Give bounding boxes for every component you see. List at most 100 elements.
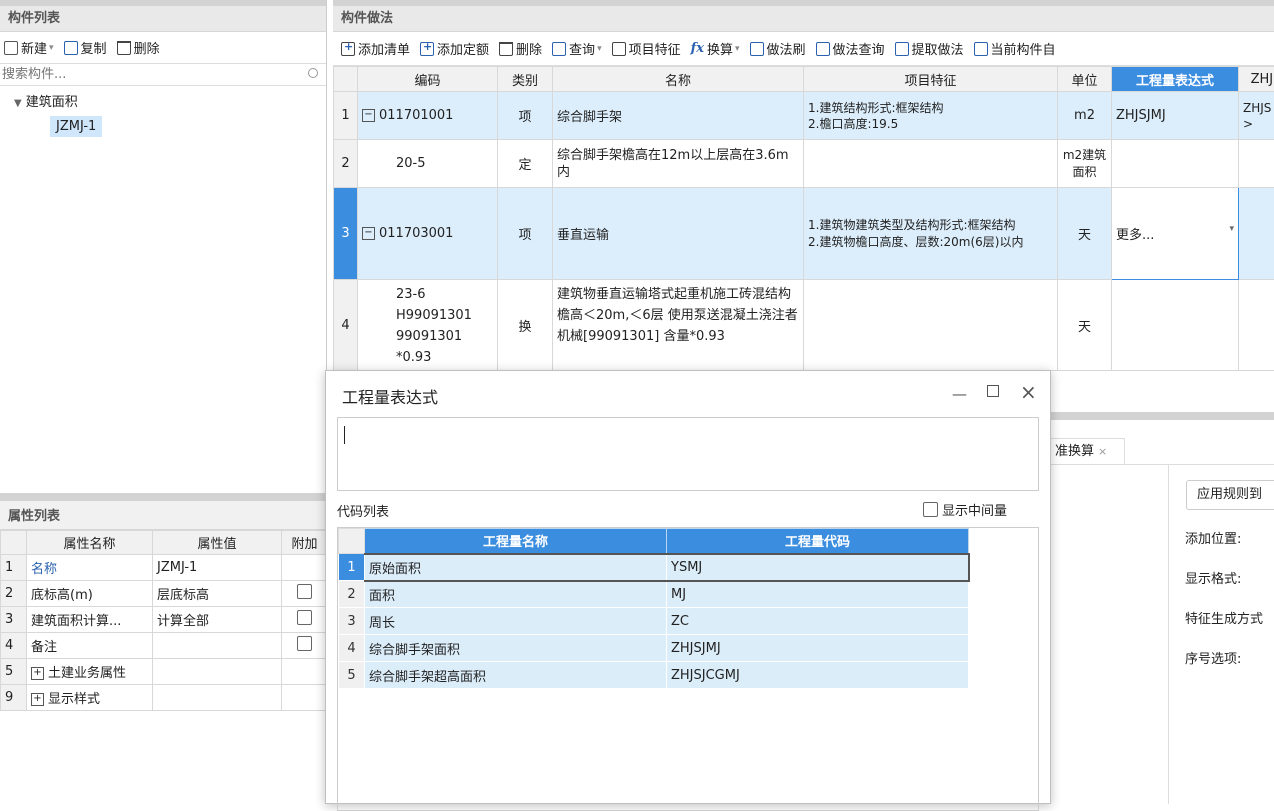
new-button[interactable]: 新建▾ bbox=[4, 38, 54, 57]
collapse-icon[interactable]: − bbox=[362, 227, 375, 240]
feature-cell[interactable] bbox=[804, 140, 1058, 188]
type-cell[interactable]: 项 bbox=[498, 188, 553, 280]
feature-cell[interactable]: 1.建筑物建筑类型及结构形式:框架结构 2.建筑物檐口高度、层数:20m(6层)… bbox=[804, 188, 1058, 280]
method-row[interactable]: 3 −011703001 项 垂直运输 1.建筑物建筑类型及结构形式:框架结构 … bbox=[334, 188, 1274, 280]
method-brush-button[interactable]: 做法刷 bbox=[750, 39, 806, 58]
property-row[interactable]: 2 底标高(m) 层底标高 bbox=[1, 581, 328, 607]
property-value[interactable]: JZMJ-1 bbox=[153, 555, 282, 581]
chevron-down-icon[interactable]: ▾ bbox=[735, 44, 740, 54]
search-box[interactable] bbox=[0, 64, 326, 86]
name-cell[interactable]: 综合脚手架 bbox=[553, 92, 804, 140]
extra-cell[interactable] bbox=[1239, 140, 1274, 188]
copy-button[interactable]: 复制 bbox=[64, 38, 107, 57]
quantity-code[interactable]: ZHJSJMJ bbox=[667, 635, 969, 662]
extra-cell[interactable]: ZHJS > bbox=[1239, 92, 1274, 140]
unit-cell[interactable]: m2建筑面积 bbox=[1058, 140, 1112, 188]
method-row[interactable]: 1 −011701001 项 综合脚手架 1.建筑结构形式:框架结构 2.檐口高… bbox=[334, 92, 1274, 140]
code-cell[interactable]: −011703001 bbox=[358, 188, 498, 280]
search-icon[interactable] bbox=[308, 68, 318, 78]
extra-checkbox[interactable] bbox=[297, 610, 312, 625]
property-row[interactable]: 5 +土建业务属性 bbox=[1, 659, 328, 685]
chevron-down-icon[interactable]: ▾ bbox=[597, 44, 602, 54]
property-row[interactable]: 9 +显示样式 bbox=[1, 685, 328, 711]
code-row[interactable]: 4 综合脚手架面积 ZHJSJMJ bbox=[339, 635, 969, 662]
feature-cell[interactable]: 1.建筑结构形式:框架结构 2.檐口高度:19.5 bbox=[804, 92, 1058, 140]
name-cell[interactable]: 综合脚手架檐高在12m以上层高在3.6m内 bbox=[553, 140, 804, 188]
method-row[interactable]: 2 20-5 定 综合脚手架檐高在12m以上层高在3.6m内 m2建筑面积 bbox=[334, 140, 1274, 188]
delete-button[interactable]: 删除 bbox=[117, 38, 160, 57]
expression-cell[interactable] bbox=[1112, 280, 1239, 371]
quantity-name[interactable]: 周长 bbox=[365, 608, 667, 635]
dialog-title-bar[interactable]: 工程量表达式 — × bbox=[326, 371, 1050, 417]
collapse-arrow-icon[interactable]: ▼ bbox=[14, 98, 22, 109]
code-cell[interactable]: 20-5 bbox=[358, 140, 498, 188]
property-row[interactable]: 4 备注 bbox=[1, 633, 328, 659]
search-input[interactable] bbox=[0, 64, 326, 85]
expand-icon[interactable]: + bbox=[31, 667, 44, 680]
unit-cell[interactable]: 天 bbox=[1058, 188, 1112, 280]
expression-cell[interactable]: ZHJSJMJ bbox=[1112, 92, 1239, 140]
apply-rule-button[interactable]: 应用规则到 bbox=[1186, 480, 1274, 510]
property-name[interactable]: 底标高(m) bbox=[27, 581, 153, 607]
code-row[interactable]: 5 综合脚手架超高面积 ZHJSJCGMJ bbox=[339, 662, 969, 689]
expression-cell[interactable] bbox=[1112, 140, 1239, 188]
collapse-icon[interactable]: − bbox=[362, 109, 375, 122]
expand-icon[interactable]: + bbox=[31, 693, 44, 706]
extract-method-button[interactable]: 提取做法 bbox=[895, 39, 964, 58]
type-cell[interactable]: 项 bbox=[498, 92, 553, 140]
type-cell[interactable]: 定 bbox=[498, 140, 553, 188]
show-intermediate-toggle[interactable]: 显示中间量 bbox=[923, 500, 1007, 519]
quantity-name[interactable]: 综合脚手架面积 bbox=[365, 635, 667, 662]
code-cell[interactable]: −011701001 bbox=[358, 92, 498, 140]
property-value[interactable]: 计算全部 bbox=[153, 607, 282, 633]
property-value[interactable]: 层底标高 bbox=[153, 581, 282, 607]
code-cell[interactable]: 23-6 H99091301 99091301 *0.93 bbox=[358, 280, 498, 371]
name-cell[interactable]: 垂直运输 bbox=[553, 188, 804, 280]
delete-method-button[interactable]: 删除 bbox=[499, 39, 542, 58]
tree-node-building-area[interactable]: ▼建筑面积 bbox=[14, 92, 326, 114]
method-query-button[interactable]: 做法查询 bbox=[816, 39, 885, 58]
add-list-button[interactable]: 添加清单 bbox=[341, 39, 410, 58]
property-name[interactable]: 名称 bbox=[27, 555, 153, 581]
extra-cell[interactable] bbox=[1239, 188, 1274, 280]
property-row[interactable]: 1 名称 JZMJ-1 bbox=[1, 555, 328, 581]
feature-cell[interactable] bbox=[804, 280, 1058, 371]
item-feature-button[interactable]: 项目特征 bbox=[612, 39, 681, 58]
close-tab-icon[interactable]: × bbox=[1098, 445, 1107, 458]
property-group[interactable]: +土建业务属性 bbox=[27, 659, 153, 685]
expression-dropdown[interactable]: 更多...▾ bbox=[1112, 188, 1239, 280]
chevron-down-icon[interactable]: ▾ bbox=[49, 43, 54, 53]
property-value[interactable] bbox=[153, 633, 282, 659]
quantity-code[interactable]: MJ bbox=[667, 581, 969, 608]
close-icon[interactable]: × bbox=[1020, 380, 1037, 404]
expression-input[interactable] bbox=[337, 417, 1039, 491]
name-cell[interactable]: 建筑物垂直运输塔式起重机施工砖混结构檐高＜20m,＜6层 使用泵送混凝土浇注者 … bbox=[553, 280, 804, 371]
splitter-bar[interactable] bbox=[1050, 412, 1274, 420]
extra-checkbox[interactable] bbox=[297, 584, 312, 599]
tree-node-jzmj-1[interactable]: JZMJ-1 bbox=[50, 116, 102, 137]
current-component-button[interactable]: 当前构件自 bbox=[974, 39, 1056, 58]
chevron-down-icon[interactable]: ▾ bbox=[1229, 224, 1234, 234]
unit-cell[interactable]: 天 bbox=[1058, 280, 1112, 371]
convert-button[interactable]: fx换算▾ bbox=[691, 39, 740, 58]
query-button[interactable]: 查询▾ bbox=[552, 39, 602, 58]
add-quota-button[interactable]: 添加定额 bbox=[420, 39, 489, 58]
show-intermediate-checkbox[interactable] bbox=[923, 502, 938, 517]
unit-cell[interactable]: m2 bbox=[1058, 92, 1112, 140]
quantity-code[interactable]: ZHJSJCGMJ bbox=[667, 662, 969, 689]
extra-checkbox[interactable] bbox=[297, 636, 312, 651]
property-name[interactable]: 建筑面积计算... bbox=[27, 607, 153, 633]
extra-cell[interactable] bbox=[1239, 280, 1274, 371]
quantity-code[interactable]: ZC bbox=[667, 608, 969, 635]
code-row[interactable]: 3 周长 ZC bbox=[339, 608, 969, 635]
maximize-icon[interactable] bbox=[987, 385, 999, 397]
property-row[interactable]: 3 建筑面积计算... 计算全部 bbox=[1, 607, 328, 633]
code-row[interactable]: 1 原始面积 YSMJ bbox=[339, 554, 969, 581]
quantity-name[interactable]: 面积 bbox=[365, 581, 667, 608]
quantity-name[interactable]: 原始面积 bbox=[365, 554, 667, 581]
method-row[interactable]: 4 23-6 H99091301 99091301 *0.93 换 建筑物垂直运… bbox=[334, 280, 1274, 371]
property-group[interactable]: +显示样式 bbox=[27, 685, 153, 711]
quantity-name[interactable]: 综合脚手架超高面积 bbox=[365, 662, 667, 689]
property-name[interactable]: 备注 bbox=[27, 633, 153, 659]
minimize-icon[interactable]: — bbox=[952, 385, 967, 403]
